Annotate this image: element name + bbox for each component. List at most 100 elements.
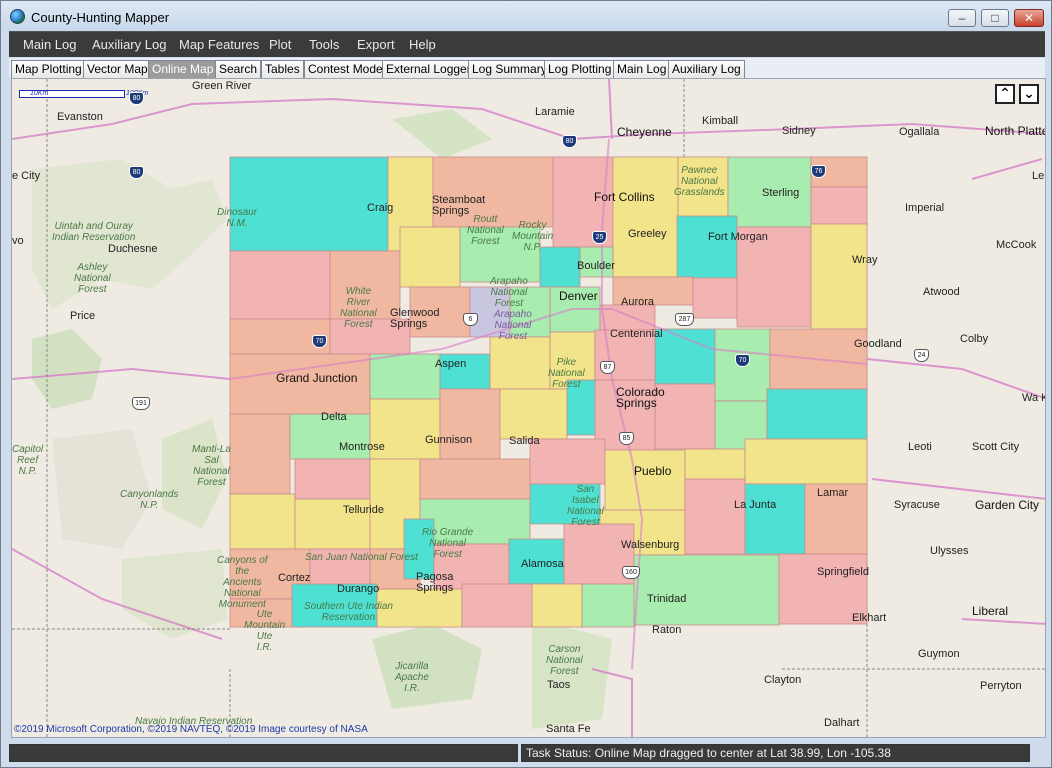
county-bent [744, 483, 806, 555]
place-label: Springfield [817, 566, 869, 578]
online-map[interactable]: 10Km 100Km ⌃ ⌄ Green River Laramie Cheye… [11, 78, 1046, 738]
us-route-shield-icon: 85 [619, 432, 634, 445]
menu-bar: Main Log Auxiliary Log Map Features Plot… [9, 31, 1045, 57]
minimize-button[interactable]: – [948, 9, 976, 27]
task-status: Task Status: Online Map dragged to cente… [521, 744, 1030, 762]
park-label: Arapaho National Forest [490, 276, 528, 309]
menu-export[interactable]: Export [357, 37, 395, 52]
place-label: vo [12, 235, 24, 247]
county-park [489, 336, 551, 390]
status-left-panel [9, 744, 518, 762]
close-button[interactable]: ✕ [1014, 9, 1044, 27]
interstate-shield-icon: 76 [811, 165, 826, 178]
place-label: Centennial [610, 328, 663, 340]
county-weld-w [612, 156, 679, 278]
county-las-animas-w [581, 583, 635, 628]
title-bar[interactable]: County-Hunting Mapper – □ ✕ [1, 1, 1051, 31]
county-pitkin [369, 353, 441, 400]
scroll-up-button[interactable]: ⌃ [995, 84, 1015, 104]
park-label: Rocky Mountain N.P. [512, 220, 554, 253]
park-label: Canyons of the Ancients National Monumen… [217, 555, 268, 610]
place-label: Delta [321, 411, 347, 423]
county-mesa-s [229, 413, 291, 495]
status-bar: Task Status: Online Map dragged to cente… [9, 741, 1045, 765]
menu-tools[interactable]: Tools [309, 37, 339, 52]
scroll-down-button[interactable]: ⌄ [1019, 84, 1039, 104]
county-moffat [229, 156, 389, 252]
tab-map-plotting[interactable]: Map Plotting [11, 60, 86, 78]
place-label: Guymon [918, 648, 960, 660]
interstate-shield-icon: 80 [129, 92, 144, 105]
place-label: Imperial [905, 202, 945, 214]
menu-main-log[interactable]: Main Log [23, 37, 76, 52]
menu-auxiliary-log[interactable]: Auxiliary Log [92, 37, 166, 52]
us-route-shield-icon: 24 [914, 349, 929, 362]
interstate-shield-icon: 70 [312, 335, 327, 348]
place-label: McCook [996, 239, 1037, 251]
menu-plot[interactable]: Plot [269, 37, 291, 52]
park-label: White River National Forest [340, 286, 377, 330]
map-canvas [12, 79, 1045, 737]
map-copyright: ©2019 Microsoft Corporation, ©2019 NAVTE… [14, 724, 368, 735]
maximize-button[interactable]: □ [981, 9, 1009, 27]
place-label: Colorado Springs [616, 385, 665, 410]
place-label: Elkhart [852, 612, 887, 624]
park-label: Ute Mountain Ute I.R. [244, 609, 286, 653]
place-label: Duchesne [108, 243, 158, 255]
tab-auxiliary-log[interactable]: Auxiliary Log [668, 60, 745, 78]
place-label: e City [12, 170, 41, 182]
place-label: Raton [652, 624, 682, 636]
tab-log-plotting[interactable]: Log Plotting [544, 60, 616, 78]
place-label: Sidney [782, 125, 816, 137]
place-label: Clayton [764, 674, 802, 686]
menu-map-features[interactable]: Map Features [179, 37, 259, 52]
place-label: Fort Morgan [708, 231, 768, 243]
place-label: Atwood [923, 286, 960, 298]
county-otero [684, 478, 746, 555]
place-label: Walsenburg [621, 539, 680, 551]
county-chaffee [439, 388, 501, 460]
tab-search[interactable]: Search [215, 60, 262, 78]
park-label: Canyonlands N.P. [120, 489, 179, 511]
place-label: Evanston [57, 111, 103, 123]
menu-help[interactable]: Help [409, 37, 436, 52]
tab-tables[interactable]: Tables [261, 60, 304, 78]
county-montrose [294, 458, 371, 500]
county-las-animas [633, 554, 780, 626]
tab-vector-map[interactable]: Vector Map [83, 60, 152, 78]
tab-log-summary[interactable]: Log Summary [468, 60, 551, 78]
tab-main-log[interactable]: Main Log [613, 60, 671, 78]
us-route-shield-icon: 191 [132, 397, 150, 410]
park-label: Rio Grande National Forest [422, 527, 474, 560]
tab-contest-mode[interactable]: Contest Mode [304, 60, 387, 78]
county-costilla-s [531, 583, 583, 628]
park-label: Ashley National Forest [74, 262, 111, 295]
park-label: Pawnee National Grasslands [674, 165, 725, 198]
place-label: North Platte [985, 124, 1046, 138]
interstate-shield-icon: 80 [562, 135, 577, 148]
place-label: Cortez [278, 572, 311, 584]
place-label: Fort Collins [594, 190, 655, 204]
county-rio-blanco [229, 250, 331, 320]
county-fremont [499, 388, 568, 440]
tab-online-map[interactable]: Online Map [148, 60, 218, 78]
place-label: Boulder [577, 260, 615, 272]
tab-external-logger[interactable]: External Logger [382, 60, 475, 78]
park-label: Pike National Forest [548, 357, 585, 390]
place-label: Craig [367, 202, 394, 214]
globe-icon [10, 9, 25, 24]
place-label: Salida [509, 435, 540, 447]
place-label: Pueblo [634, 464, 672, 478]
place-label: La Junta [734, 499, 777, 511]
place-label: Cheyenne [617, 125, 672, 139]
place-label: Green River [192, 80, 252, 92]
place-label: Aspen [435, 358, 467, 370]
us-route-shield-icon: 87 [600, 361, 615, 374]
place-label: Sterling [762, 187, 800, 199]
place-label: Garden City [975, 498, 1040, 512]
place-label: Price [70, 310, 96, 322]
place-label: Ogallala [899, 126, 940, 138]
place-label: Grand Junction [276, 371, 358, 385]
county-morgan [676, 215, 738, 279]
place-label: Aurora [621, 296, 655, 308]
